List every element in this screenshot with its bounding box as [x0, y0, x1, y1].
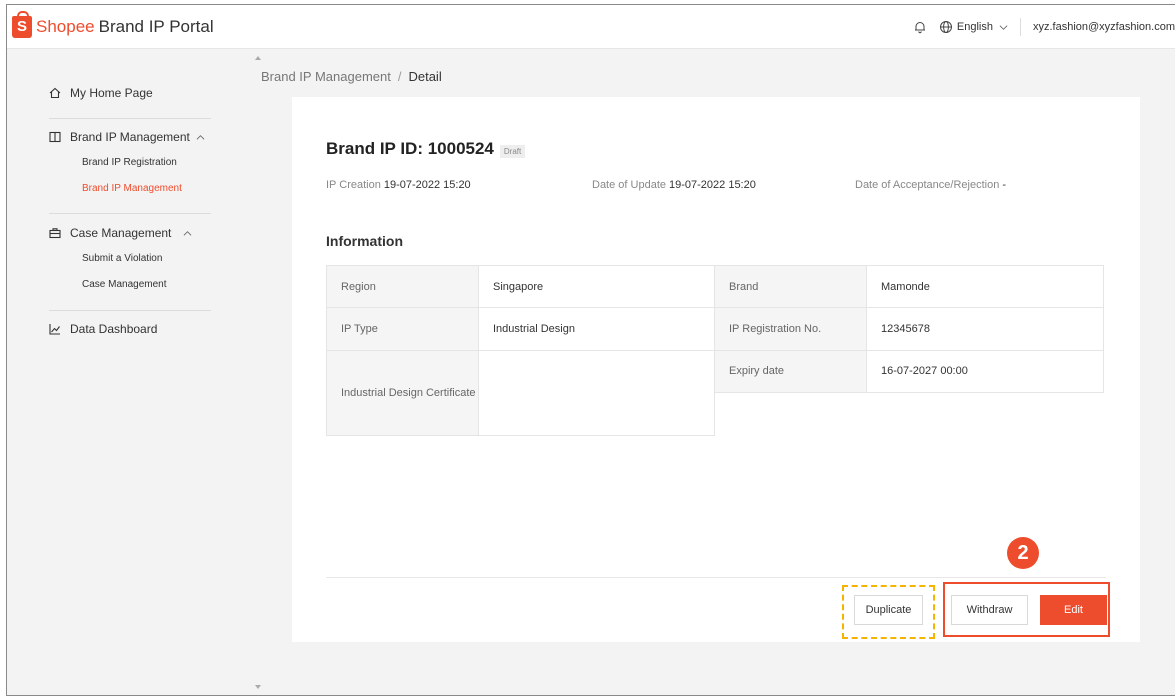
ip-registration-value: 12345678 — [866, 307, 1104, 351]
sidebar-subitem-brand-ip-registration[interactable]: Brand IP Registration — [49, 154, 211, 170]
certificate-value — [478, 350, 715, 436]
brand-value: Mamonde — [866, 265, 1104, 308]
book-icon — [49, 131, 61, 143]
language-selector[interactable]: English — [957, 21, 993, 33]
sidebar-item-label: My Home Page — [70, 86, 153, 100]
sidebar-divider — [49, 310, 211, 311]
sidebar-item-brand-ip-management[interactable]: Brand IP Management — [49, 128, 211, 146]
meta-ip-creation: IP Creation 19-07-2022 15:20 — [326, 179, 471, 191]
meta-value: - — [1002, 179, 1006, 191]
breadcrumb-parent[interactable]: Brand IP Management — [261, 69, 391, 84]
step-number-badge: 2 — [1007, 537, 1039, 569]
brand-label: Brand — [714, 265, 867, 308]
top-header: S Shopee Brand IP Portal English xyz.fas… — [7, 5, 1175, 49]
region-value: Singapore — [478, 265, 715, 308]
globe-icon[interactable] — [939, 20, 953, 34]
expiry-value: 16-07-2027 00:00 — [866, 350, 1104, 393]
breadcrumb-current: Detail — [408, 69, 442, 84]
edit-button[interactable]: Edit — [1040, 595, 1107, 625]
meta-value: 19-07-2022 15:20 — [669, 179, 756, 191]
sidebar-item-label: Case Management — [70, 226, 172, 240]
scroll-up-arrow-icon[interactable] — [255, 56, 261, 60]
app-window: S Shopee Brand IP Portal English xyz.fas… — [6, 4, 1175, 696]
withdraw-button[interactable]: Withdraw — [951, 595, 1028, 625]
shopee-bag-icon: S — [12, 10, 32, 38]
region-label: Region — [326, 265, 479, 308]
meta-label: Date of Update — [592, 179, 666, 191]
portal-logo[interactable]: S Shopee Brand IP Portal — [12, 10, 214, 38]
sidebar-subitem-submit-violation[interactable]: Submit a Violation — [49, 250, 211, 266]
meta-label: Date of Acceptance/Rejection — [855, 179, 1000, 191]
duplicate-button[interactable]: Duplicate — [854, 595, 923, 625]
sidebar-scrollbar[interactable] — [253, 50, 263, 695]
certificate-label: Industrial Design Certificate — [326, 350, 479, 436]
page-title: Brand IP ID: 1000524 — [326, 139, 494, 158]
user-email[interactable]: xyz.fashion@xyzfashion.com — [1033, 21, 1175, 33]
logo-portal-text: Brand IP Portal — [98, 16, 214, 36]
bell-icon[interactable] — [913, 20, 927, 34]
sidebar-subitem-case-management[interactable]: Case Management — [49, 276, 211, 292]
ip-registration-label: IP Registration No. — [714, 307, 867, 351]
sidebar-divider — [49, 213, 211, 214]
ip-type-label: IP Type — [326, 307, 479, 351]
chevron-up-icon[interactable] — [183, 229, 192, 238]
section-title-information: Information — [326, 233, 403, 249]
expiry-label: Expiry date — [714, 350, 867, 393]
header-divider — [1019, 18, 1021, 36]
breadcrumb-separator: / — [397, 69, 402, 84]
line-chart-icon — [49, 324, 60, 335]
detail-card: Brand IP ID: 1000524 Draft IP Creation 19… — [292, 97, 1140, 642]
chevron-down-icon[interactable] — [999, 23, 1008, 32]
sidebar-item-data-dashboard[interactable]: Data Dashboard — [49, 320, 211, 338]
sidebar: My Home Page Brand IP Management Brand I… — [7, 50, 253, 695]
logo-brand-text: Shopee — [36, 16, 95, 36]
meta-label: IP Creation — [326, 179, 381, 191]
sidebar-item-case-management[interactable]: Case Management — [49, 224, 211, 242]
sidebar-subitem-brand-ip-management[interactable]: Brand IP Management — [49, 180, 211, 196]
ip-type-value: Industrial Design — [478, 307, 715, 351]
meta-date-update: Date of Update 19-07-2022 15:20 — [592, 179, 756, 191]
sidebar-item-label: Data Dashboard — [70, 322, 158, 336]
breadcrumb: Brand IP Management / Detail — [261, 69, 442, 84]
home-icon — [49, 87, 61, 99]
meta-date-acceptance: Date of Acceptance/Rejection - — [855, 179, 1006, 191]
sidebar-item-home[interactable]: My Home Page — [49, 84, 211, 102]
briefcase-icon — [49, 228, 61, 239]
chevron-up-icon[interactable] — [196, 133, 205, 142]
scroll-down-arrow-icon[interactable] — [255, 685, 261, 689]
meta-value: 19-07-2022 15:20 — [383, 179, 471, 191]
footer-divider — [326, 577, 1106, 578]
status-badge: Draft — [499, 144, 526, 158]
sidebar-item-label: Brand IP Management — [70, 130, 190, 144]
sidebar-divider — [49, 118, 211, 119]
